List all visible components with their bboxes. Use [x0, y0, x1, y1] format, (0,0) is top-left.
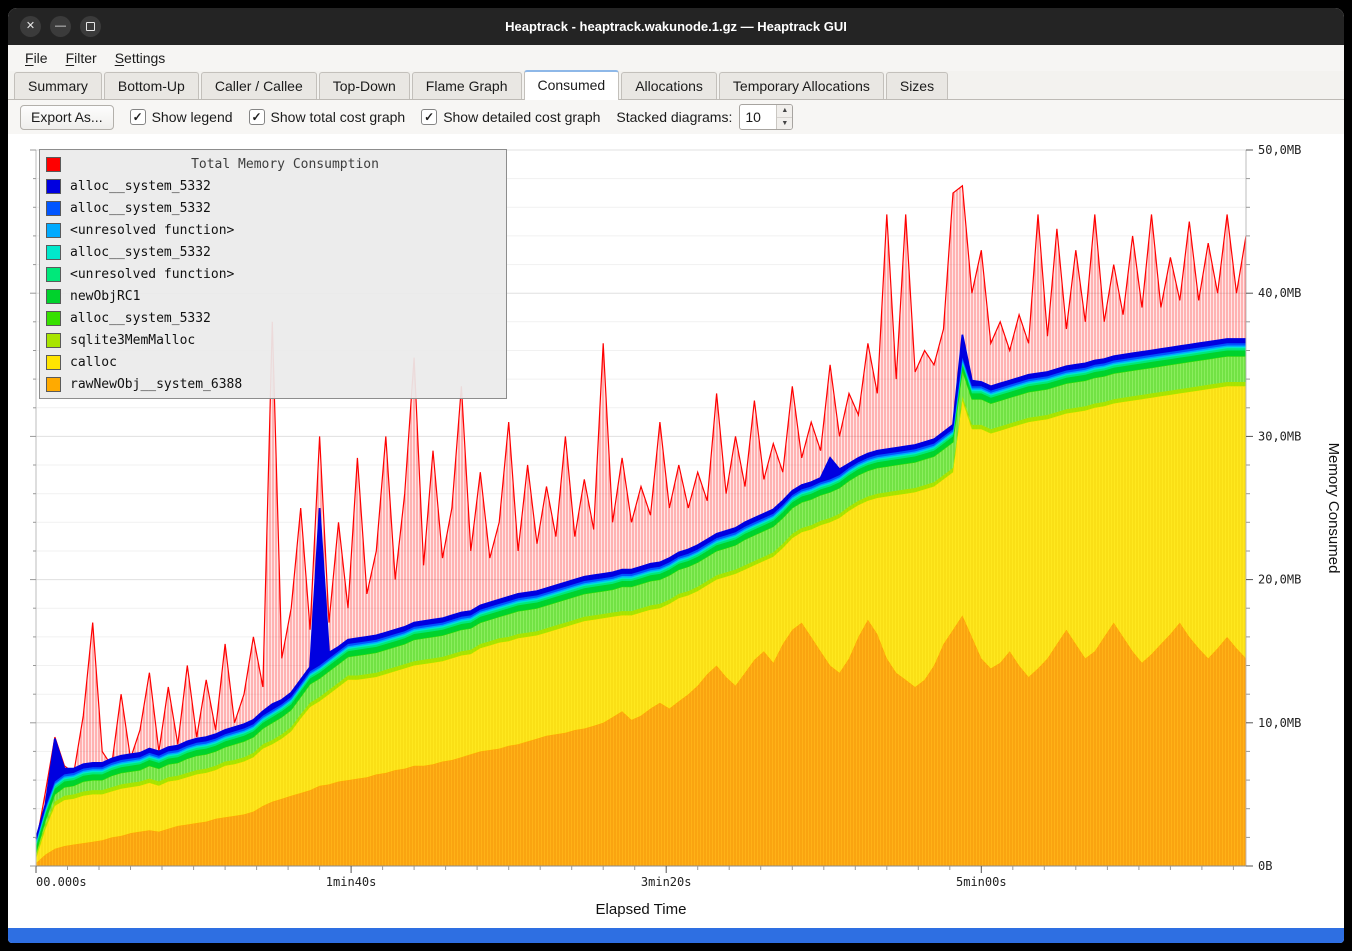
maximize-icon — [86, 22, 95, 31]
legend-item: alloc__system_5332 — [46, 175, 500, 197]
tab-allocations[interactable]: Allocations — [621, 72, 717, 99]
legend-color-swatch — [46, 157, 61, 172]
svg-text:50,0MB: 50,0MB — [1258, 143, 1301, 157]
heaptrack-window: ✕ — Heaptrack - heaptrack.wakunode.1.gz … — [8, 8, 1344, 943]
legend-label: alloc__system_5332 — [70, 201, 211, 216]
legend-item: newObjRC1 — [46, 285, 500, 307]
checkbox-show-legend[interactable]: ✓ Show legend — [130, 109, 233, 125]
legend-color-swatch — [46, 333, 61, 348]
svg-text:5min00s: 5min00s — [956, 875, 1007, 889]
legend-color-swatch — [46, 179, 61, 194]
legend-title: Total Memory Consumption — [70, 157, 500, 172]
stacked-diagrams-value[interactable]: 10 — [740, 105, 776, 129]
legend-label: sqlite3MemMalloc — [70, 333, 195, 348]
chart-legend: Total Memory Consumption alloc__system_53… — [39, 149, 507, 399]
menu-file[interactable]: File — [16, 47, 57, 69]
stacked-diagrams-label: Stacked diagrams: — [616, 109, 732, 125]
legend-item: alloc__system_5332 — [46, 197, 500, 219]
legend-label: alloc__system_5332 — [70, 245, 211, 260]
legend-label: calloc — [70, 355, 117, 370]
close-button[interactable]: ✕ — [20, 16, 41, 37]
legend-item: sqlite3MemMalloc — [46, 329, 500, 351]
legend-label: <unresolved function> — [70, 267, 234, 282]
svg-text:Elapsed Time: Elapsed Time — [596, 901, 687, 918]
toolbar-checkboxes: ✓ Show legend ✓ Show total cost graph ✓ Show … — [130, 109, 601, 125]
window-title: Heaptrack - heaptrack.wakunode.1.gz — He… — [505, 19, 847, 34]
checkmark-icon: ✓ — [421, 109, 437, 125]
titlebar[interactable]: ✕ — Heaptrack - heaptrack.wakunode.1.gz … — [8, 8, 1344, 45]
spin-down-icon[interactable]: ▼ — [777, 118, 792, 130]
svg-text:00.000s: 00.000s — [36, 875, 87, 889]
tab-top-down[interactable]: Top-Down — [319, 72, 410, 99]
toolbar: Export As... ✓ Show legend ✓ Show total cos… — [8, 100, 1344, 134]
svg-text:10,0MB: 10,0MB — [1258, 716, 1301, 730]
menu-filter[interactable]: Filter — [57, 47, 106, 69]
maximize-button[interactable] — [80, 16, 101, 37]
checkmark-icon: ✓ — [130, 109, 146, 125]
svg-text:0B: 0B — [1258, 859, 1272, 873]
legend-color-swatch — [46, 377, 61, 392]
minimize-button[interactable]: — — [50, 16, 71, 37]
legend-color-swatch — [46, 355, 61, 370]
svg-text:1min40s: 1min40s — [326, 875, 377, 889]
checkbox-label: Show legend — [152, 109, 233, 125]
legend-color-swatch — [46, 223, 61, 238]
legend-label: alloc__system_5332 — [70, 311, 211, 326]
legend-color-swatch — [46, 289, 61, 304]
legend-item: <unresolved function> — [46, 263, 500, 285]
checkbox-label: Show total cost graph — [271, 109, 406, 125]
svg-text:3min20s: 3min20s — [641, 875, 692, 889]
legend-color-swatch — [46, 245, 61, 260]
legend-item: alloc__system_5332 — [46, 241, 500, 263]
tab-summary[interactable]: Summary — [14, 72, 102, 99]
spin-up-icon[interactable]: ▲ — [777, 105, 792, 118]
checkbox-label: Show detailed cost graph — [443, 109, 600, 125]
checkbox-show-total-cost-graph[interactable]: ✓ Show total cost graph — [249, 109, 406, 125]
tab-caller-callee[interactable]: Caller / Callee — [201, 72, 317, 99]
legend-color-swatch — [46, 311, 61, 326]
checkbox-show-detailed-cost-graph[interactable]: ✓ Show detailed cost graph — [421, 109, 600, 125]
legend-item: rawNewObj__system_6388 — [46, 373, 500, 395]
tab-bar: SummaryBottom-UpCaller / CalleeTop-DownF… — [8, 71, 1344, 100]
svg-text:30,0MB: 30,0MB — [1258, 429, 1301, 443]
tab-sizes[interactable]: Sizes — [886, 72, 948, 99]
legend-label: alloc__system_5332 — [70, 179, 211, 194]
legend-item: alloc__system_5332 — [46, 307, 500, 329]
tab-flame-graph[interactable]: Flame Graph — [412, 72, 522, 99]
legend-color-swatch — [46, 201, 61, 216]
legend-label: newObjRC1 — [70, 289, 140, 304]
legend-label: rawNewObj__system_6388 — [70, 377, 242, 392]
checkmark-icon: ✓ — [249, 109, 265, 125]
tab-consumed[interactable]: Consumed — [524, 70, 620, 100]
export-as-button[interactable]: Export As... — [20, 105, 114, 130]
legend-label: <unresolved function> — [70, 223, 234, 238]
tab-bottom-up[interactable]: Bottom-Up — [104, 72, 199, 99]
svg-text:40,0MB: 40,0MB — [1258, 286, 1301, 300]
legend-item: calloc — [46, 351, 500, 373]
svg-text:20,0MB: 20,0MB — [1258, 573, 1301, 587]
svg-text:Memory Consumed: Memory Consumed — [1325, 443, 1341, 574]
window-controls: ✕ — — [20, 8, 101, 45]
menubar: FileFilterSettings — [8, 45, 1344, 71]
stacked-diagrams-spinbox[interactable]: 10 ▲ ▼ — [739, 104, 793, 130]
timeline-range-slider[interactable] — [8, 928, 1344, 943]
legend-item: <unresolved function> — [46, 219, 500, 241]
legend-title-row: Total Memory Consumption — [46, 153, 500, 175]
memory-consumption-chart[interactable]: 00.000s 1min40s 3min20s 5min00s 0B 10,0MB 20,0… — [8, 134, 1344, 928]
tab-temporary-allocations[interactable]: Temporary Allocations — [719, 72, 884, 99]
legend-color-swatch — [46, 267, 61, 282]
menu-settings[interactable]: Settings — [106, 47, 175, 69]
